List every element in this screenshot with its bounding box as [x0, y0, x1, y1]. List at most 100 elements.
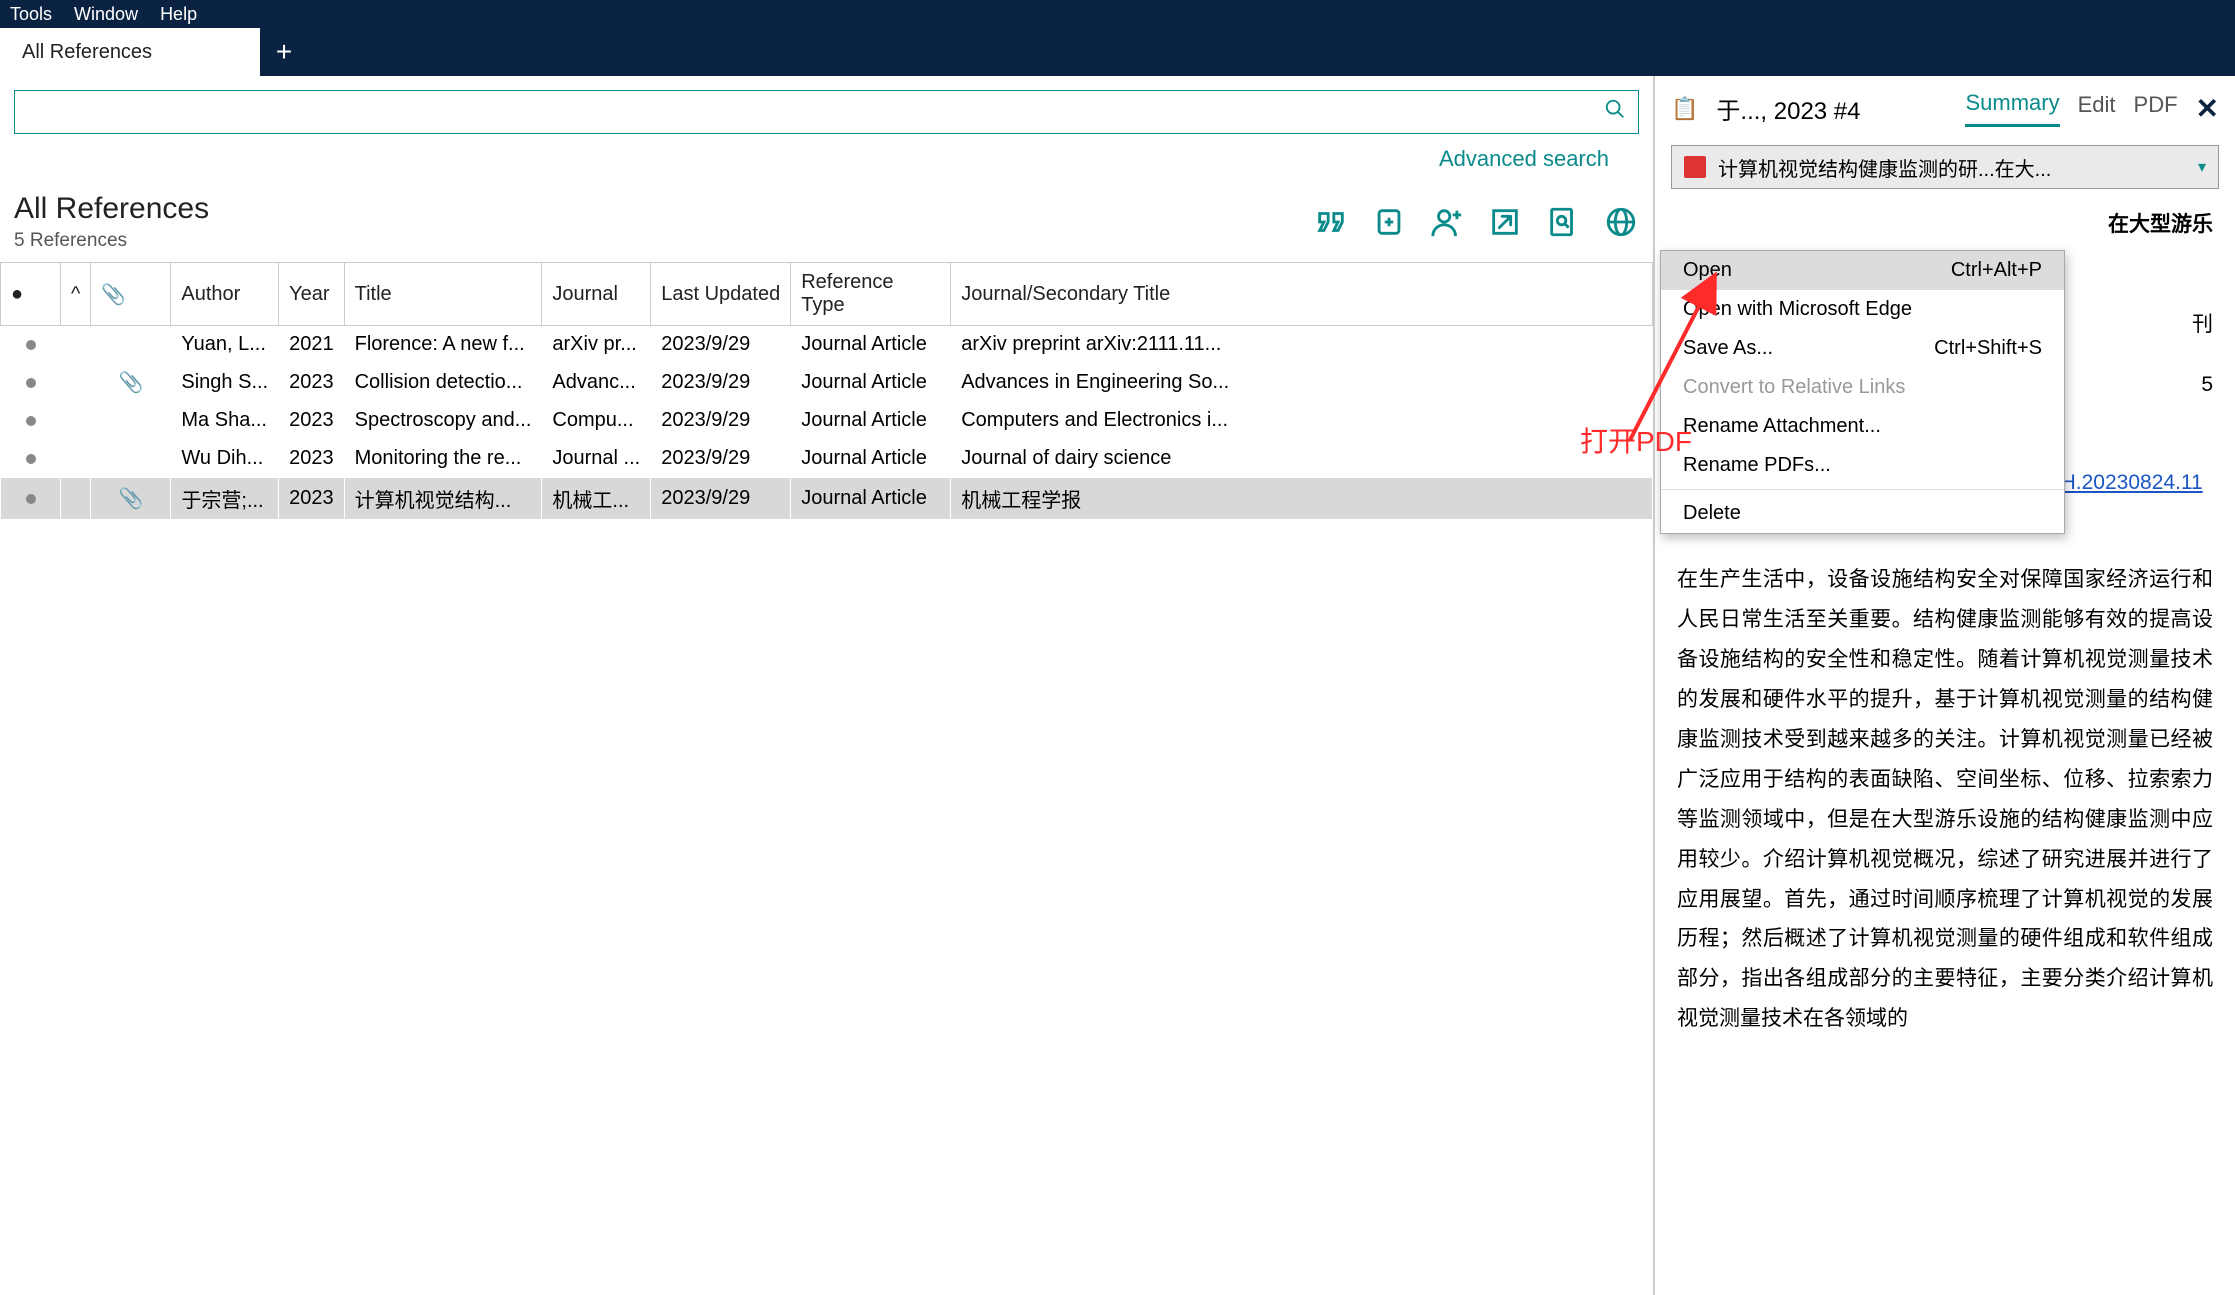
- detail-title-partial: 在大型游乐: [1677, 205, 2213, 245]
- col-author[interactable]: Author: [171, 263, 279, 326]
- read-dot: [1, 326, 61, 364]
- ctx-save-as-label: Save As...: [1683, 337, 1773, 360]
- cell-reftype: Journal Article: [791, 402, 951, 440]
- cite-icon[interactable]: [1313, 204, 1349, 240]
- search-box[interactable]: [14, 90, 1639, 134]
- find-fulltext-icon[interactable]: [1545, 204, 1581, 240]
- ctx-open-edge[interactable]: Open with Microsoft Edge: [1661, 290, 2064, 329]
- search-icon[interactable]: [1604, 98, 1626, 126]
- cell-author: Ma Sha...: [171, 402, 279, 440]
- cell-jst: arXiv preprint arXiv:2111.11...: [951, 326, 1653, 364]
- pdf-filename: 计算机视觉结构健康监测的研...在大...: [1718, 153, 2198, 182]
- tab-edit[interactable]: Edit: [2078, 92, 2116, 126]
- cell-title: Spectroscopy and...: [344, 402, 542, 440]
- menu-tools[interactable]: Tools: [10, 4, 52, 25]
- menu-help[interactable]: Help: [160, 4, 197, 25]
- col-updated[interactable]: Last Updated: [651, 263, 791, 326]
- ctx-rename-pdf-label: Rename PDFs...: [1683, 454, 1831, 477]
- chevron-down-icon: ▾: [2198, 157, 2206, 177]
- col-year[interactable]: Year: [279, 263, 345, 326]
- tab-add-button[interactable]: +: [260, 28, 308, 76]
- cell-year: 2023: [279, 364, 345, 402]
- read-dot: [1, 364, 61, 402]
- col-journal-secondary[interactable]: Journal/Secondary Title: [951, 263, 1653, 326]
- list-count: 5 References: [14, 230, 1313, 252]
- ctx-rename-attachment[interactable]: Rename Attachment...: [1661, 407, 2064, 446]
- cell-sort: [61, 364, 91, 402]
- plus-icon: +: [276, 36, 292, 68]
- read-dot: [1, 478, 61, 519]
- ctx-save-as[interactable]: Save As... Ctrl+Shift+S: [1661, 329, 2064, 368]
- cell-attachment: 📎: [91, 364, 171, 402]
- detail-abstract: 在生产生活中，设备设施结构安全对保障国家经济运行和人民日常生活至关重要。结构健康…: [1677, 560, 2213, 1039]
- pdf-attachment-dropdown[interactable]: 计算机视觉结构健康监测的研...在大... ▾: [1671, 145, 2219, 189]
- add-person-icon[interactable]: [1429, 204, 1465, 240]
- table-row[interactable]: Yuan, L...2021Florence: A new f...arXiv …: [1, 326, 1653, 364]
- table-row[interactable]: Ma Sha...2023Spectroscopy and...Compu...…: [1, 402, 1653, 440]
- paperclip-icon: 📎: [118, 372, 143, 394]
- search-input[interactable]: [27, 102, 1604, 123]
- pdf-icon: [1684, 156, 1706, 178]
- menu-window[interactable]: Window: [74, 4, 138, 25]
- tab-row: All References +: [0, 28, 2235, 76]
- cell-jst: Advances in Engineering So...: [951, 364, 1653, 402]
- table-header-row: ● ^ 📎 Author Year Title Journal Last Upd…: [1, 263, 1653, 326]
- col-attachment[interactable]: 📎: [91, 263, 171, 326]
- cell-reftype: Journal Article: [791, 478, 951, 519]
- table-row[interactable]: 📎于宗营;...2023计算机视觉结构...机械工...2023/9/29Jou…: [1, 478, 1653, 519]
- cell-title: Collision detectio...: [344, 364, 542, 402]
- cell-attachment: 📎: [91, 478, 171, 519]
- tab-all-references[interactable]: All References: [0, 28, 260, 76]
- cell-journal: arXiv pr...: [542, 326, 651, 364]
- cell-author: 于宗营;...: [171, 478, 279, 519]
- col-journal[interactable]: Journal: [542, 263, 651, 326]
- col-title[interactable]: Title: [344, 263, 542, 326]
- ctx-save-as-shortcut: Ctrl+Shift+S: [1934, 337, 2042, 360]
- references-table: ● ^ 📎 Author Year Title Journal Last Upd…: [0, 262, 1653, 519]
- cell-attachment: [91, 326, 171, 364]
- cell-author: Singh S...: [171, 364, 279, 402]
- ctx-rename-pdfs[interactable]: Rename PDFs...: [1661, 446, 2064, 485]
- menu-bar: Tools Window Help: [0, 0, 2235, 28]
- tab-summary[interactable]: Summary: [1965, 90, 2059, 127]
- cell-year: 2023: [279, 402, 345, 440]
- cell-year: 2023: [279, 478, 345, 519]
- paperclip-icon: 📎: [118, 488, 143, 510]
- share-icon[interactable]: [1487, 204, 1523, 240]
- ctx-open-edge-label: Open with Microsoft Edge: [1683, 298, 1912, 321]
- col-sort[interactable]: ^: [61, 263, 91, 326]
- cell-reftype: Journal Article: [791, 364, 951, 402]
- cell-sort: [61, 440, 91, 478]
- tab-label: All References: [22, 41, 152, 64]
- ctx-rename-att-label: Rename Attachment...: [1683, 415, 1881, 438]
- advanced-search-link[interactable]: Advanced search: [14, 134, 1639, 180]
- cell-jst: 机械工程学报: [951, 478, 1653, 519]
- ctx-open-label: Open: [1683, 259, 1732, 282]
- toolbar: [1313, 204, 1639, 240]
- ctx-delete[interactable]: Delete: [1661, 494, 2064, 533]
- list-title: All References: [14, 192, 1313, 226]
- close-icon[interactable]: ✕: [2196, 92, 2219, 125]
- clipboard-icon[interactable]: 📋: [1671, 96, 1698, 122]
- cell-updated: 2023/9/29: [651, 402, 791, 440]
- cell-jst: Journal of dairy science: [951, 440, 1653, 478]
- cell-title: Florence: A new f...: [344, 326, 542, 364]
- cell-updated: 2023/9/29: [651, 326, 791, 364]
- col-read[interactable]: ●: [1, 263, 61, 326]
- table-row[interactable]: Wu Dih...2023Monitoring the re...Journal…: [1, 440, 1653, 478]
- references-panel: Advanced search All References 5 Referen…: [0, 76, 1655, 1295]
- col-reftype[interactable]: Reference Type: [791, 263, 951, 326]
- cell-year: 2021: [279, 326, 345, 364]
- add-reference-icon[interactable]: [1371, 204, 1407, 240]
- cell-title: Monitoring the re...: [344, 440, 542, 478]
- cell-reftype: Journal Article: [791, 326, 951, 364]
- detail-header-title: 于..., 2023 #4: [1716, 91, 1947, 126]
- ctx-open[interactable]: Open Ctrl+Alt+P: [1661, 251, 2064, 290]
- ctx-convert-relative: Convert to Relative Links: [1661, 368, 2064, 407]
- cell-updated: 2023/9/29: [651, 364, 791, 402]
- cell-journal: Advanc...: [542, 364, 651, 402]
- tab-pdf[interactable]: PDF: [2134, 92, 2178, 126]
- table-row[interactable]: 📎Singh S...2023Collision detectio...Adva…: [1, 364, 1653, 402]
- ctx-delete-label: Delete: [1683, 502, 1741, 525]
- web-icon[interactable]: [1603, 204, 1639, 240]
